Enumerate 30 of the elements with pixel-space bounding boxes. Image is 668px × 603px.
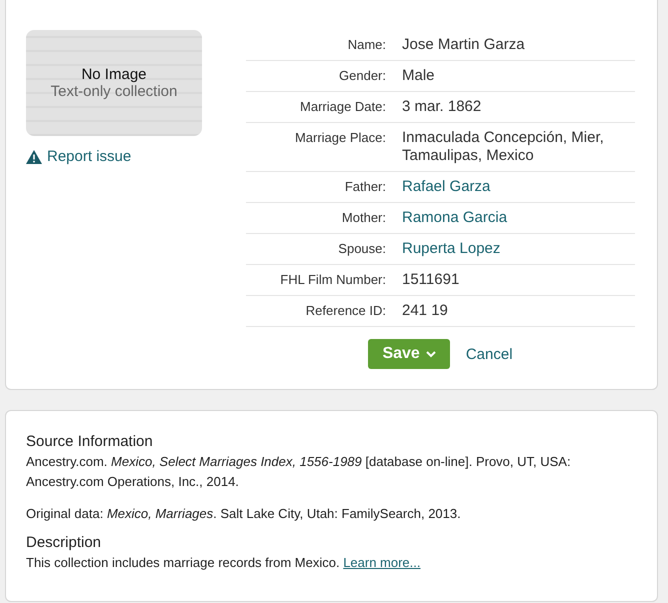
cancel-link[interactable]: Cancel — [466, 346, 513, 362]
section-heading: Description — [26, 534, 102, 551]
field-label: Reference ID: — [304, 302, 386, 320]
learn-more-link[interactable]: Learn more... — [343, 555, 421, 570]
citation-text: Original data: Mexico, Marriages. Salt Lake City, Utah: FamilySearch, 2013. — [26, 505, 462, 523]
section-heading: Source Information — [26, 433, 154, 450]
chevron-down-icon — [426, 350, 436, 358]
field-value: Male — [402, 67, 436, 85]
field-value: Inmaculada Concepción, Mier, Tamaulipas, Mexico — [402, 129, 605, 165]
description-text: This collection includes marriage records from Mexico. Learn more... — [26, 554, 422, 572]
no-image-title: No Image — [81, 66, 147, 83]
field-label: Marriage Date: — [299, 98, 386, 116]
report-issue-link[interactable]: Report issue — [26, 148, 206, 165]
person-link[interactable]: Rafael Garza — [402, 178, 635, 196]
field-label: Spouse: — [337, 240, 386, 258]
warning-icon — [26, 150, 42, 164]
field-label: Gender: — [338, 67, 386, 85]
citation-text: Ancestry.com. Mexico, Select Marriages Index, 1556-1989 [database on-line]. Provo, UT, USA: Ancestry.com Operations, Inc., 2014. — [26, 453, 572, 491]
field-label: Name: — [346, 36, 386, 54]
field-label: Marriage Place: — [294, 129, 386, 147]
field-label: Father: — [344, 178, 386, 196]
field-value: 3 mar. 1862 — [402, 98, 482, 116]
no-image-subtitle: Text-only collection — [50, 83, 178, 100]
person-link[interactable]: Ramona Garcia — [402, 209, 635, 227]
field-value: Jose Martin Garza — [402, 36, 526, 54]
field-label: FHL Film Number: — [279, 271, 386, 289]
field-label: Mother: — [340, 209, 386, 227]
field-value: 1511691 — [402, 271, 460, 289]
field-value: 241 19 — [402, 302, 449, 320]
person-link[interactable]: Ruperta Lopez — [402, 240, 635, 258]
